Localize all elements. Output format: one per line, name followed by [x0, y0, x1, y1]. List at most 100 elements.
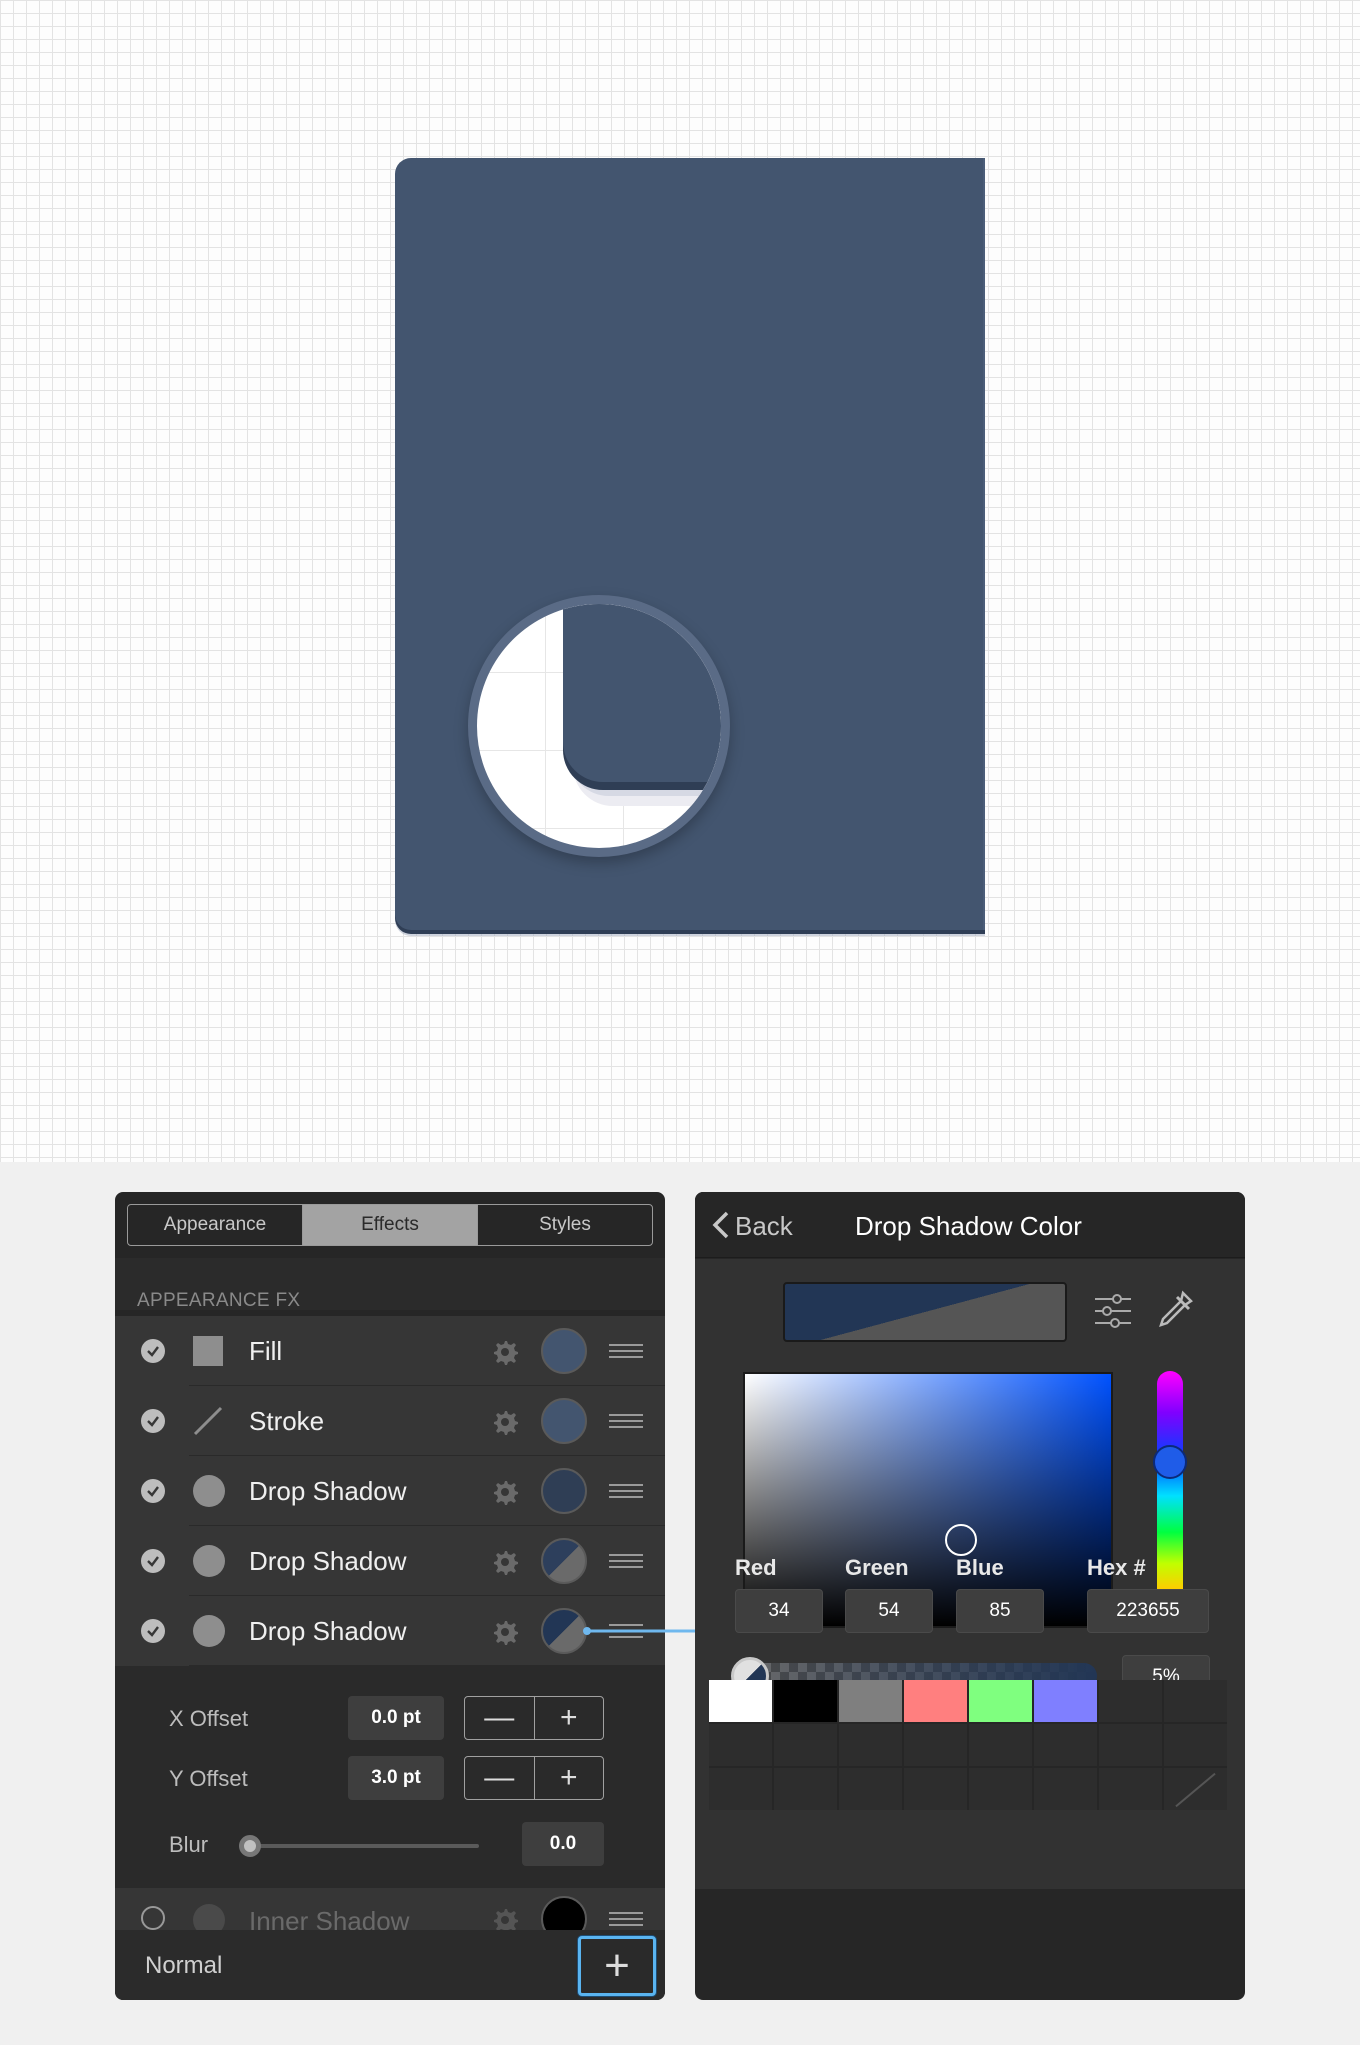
swatch-empty[interactable]: [839, 1768, 902, 1810]
fx-label: Fill: [249, 1336, 283, 1366]
decrement-button[interactable]: —: [465, 1757, 535, 1799]
check-icon[interactable]: [141, 1339, 165, 1363]
x-offset-stepper: — +: [464, 1696, 604, 1740]
blue-label: Blue: [956, 1555, 1004, 1580]
check-icon[interactable]: [141, 1619, 165, 1643]
gear-icon[interactable]: [489, 1406, 521, 1438]
gear-icon[interactable]: [489, 1546, 521, 1578]
fill-square-icon: [193, 1336, 223, 1366]
gear-icon[interactable]: [489, 1476, 521, 1508]
y-offset-label: Y Offset: [169, 1766, 248, 1791]
x-offset-field[interactable]: 0.0 pt: [348, 1696, 444, 1740]
fx-row-stroke[interactable]: Stroke: [115, 1386, 665, 1456]
sliders-icon[interactable]: [1093, 1291, 1133, 1331]
blur-slider-knob[interactable]: [239, 1835, 261, 1857]
green-label: Green: [845, 1555, 909, 1580]
swatch-empty[interactable]: [1164, 1724, 1227, 1766]
panel-tabs: Appearance Effects Styles: [127, 1204, 653, 1246]
panel-header: Back Drop Shadow Color: [695, 1192, 1245, 1258]
swatch-black[interactable]: [774, 1680, 837, 1722]
swatch-empty[interactable]: [1034, 1768, 1097, 1810]
connector-line: [583, 1627, 695, 1635]
add-effect-button[interactable]: +: [578, 1936, 656, 1996]
decrement-button[interactable]: —: [465, 1697, 535, 1739]
color-swatch[interactable]: [541, 1538, 587, 1584]
blend-mode-label[interactable]: Normal: [145, 1952, 222, 1980]
swatch-blue[interactable]: [1034, 1680, 1097, 1722]
color-picker-panel: Back Drop Shadow Color Red Green Blue He…: [695, 1192, 1245, 2000]
swatch-empty[interactable]: [1099, 1724, 1162, 1766]
tab-styles[interactable]: Styles: [478, 1205, 652, 1245]
drag-handle-icon[interactable]: [609, 1912, 643, 1926]
magnified-card-corner: [563, 604, 721, 782]
swatch-empty[interactable]: [709, 1724, 772, 1766]
swatch-empty[interactable]: [774, 1724, 837, 1766]
swatch-empty[interactable]: [969, 1768, 1032, 1810]
drag-handle-icon[interactable]: [609, 1344, 643, 1358]
drop-shadow-settings: X Offset 0.0 pt — + Y Offset 3.0 pt — + …: [115, 1666, 665, 1888]
y-offset-field[interactable]: 3.0 pt: [348, 1756, 444, 1800]
chevron-left-icon[interactable]: [709, 1210, 733, 1240]
check-icon[interactable]: [141, 1409, 165, 1433]
drag-handle-icon[interactable]: [609, 1554, 643, 1568]
gear-icon[interactable]: [489, 1336, 521, 1368]
color-swatch[interactable]: [541, 1468, 587, 1514]
swatch-empty[interactable]: [1034, 1724, 1097, 1766]
swatch-grid: [709, 1680, 1227, 1810]
drag-handle-icon[interactable]: [609, 1414, 643, 1428]
check-icon[interactable]: [141, 1479, 165, 1503]
swatch-empty[interactable]: [1099, 1768, 1162, 1810]
swatch-green[interactable]: [969, 1680, 1032, 1722]
blur-field[interactable]: 0.0: [522, 1822, 604, 1866]
red-field[interactable]: 34: [735, 1589, 823, 1633]
section-title: APPEARANCE FX: [137, 1290, 301, 1311]
fx-label: Stroke: [249, 1406, 325, 1436]
blur-slider[interactable]: [245, 1844, 479, 1848]
fx-row-drop-shadow[interactable]: Drop Shadow: [115, 1456, 665, 1526]
unchecked-icon[interactable]: [141, 1906, 165, 1930]
hue-slider-knob[interactable]: [1153, 1445, 1187, 1479]
green-field[interactable]: 54: [845, 1589, 933, 1633]
fx-label: Drop Shadow: [249, 1476, 407, 1506]
drop-shadow-icon: [193, 1545, 225, 1577]
swatch-empty[interactable]: [1164, 1680, 1227, 1722]
blue-field[interactable]: 85: [956, 1589, 1044, 1633]
fx-label: Drop Shadow: [249, 1616, 407, 1646]
increment-button[interactable]: +: [535, 1757, 604, 1799]
color-swatch[interactable]: [541, 1608, 587, 1654]
x-offset-label: X Offset: [169, 1706, 249, 1731]
hex-field[interactable]: 223655: [1087, 1589, 1209, 1633]
gear-icon[interactable]: [489, 1616, 521, 1648]
fx-label: Drop Shadow: [249, 1546, 407, 1576]
swatch-white[interactable]: [709, 1680, 772, 1722]
swatch-red[interactable]: [904, 1680, 967, 1722]
tab-effects[interactable]: Effects: [303, 1205, 478, 1245]
drop-shadow-icon: [193, 1615, 225, 1647]
swatch-gray[interactable]: [839, 1680, 902, 1722]
fx-row-drop-shadow[interactable]: Drop Shadow: [115, 1526, 665, 1596]
tab-appearance[interactable]: Appearance: [128, 1205, 303, 1245]
fx-row-fill[interactable]: Fill: [115, 1316, 665, 1386]
artboard-canvas[interactable]: [0, 0, 1360, 1162]
swatch-empty[interactable]: [904, 1724, 967, 1766]
blur-label: Blur: [169, 1832, 209, 1857]
swatch-none[interactable]: [1164, 1768, 1227, 1810]
panel-footer: Normal +: [115, 1930, 665, 2000]
swatch-empty[interactable]: [709, 1768, 772, 1810]
color-swatch[interactable]: [541, 1398, 587, 1444]
swatch-empty[interactable]: [969, 1724, 1032, 1766]
swatch-empty[interactable]: [904, 1768, 967, 1810]
check-icon[interactable]: [141, 1549, 165, 1573]
swatch-empty[interactable]: [1099, 1680, 1162, 1722]
drag-handle-icon[interactable]: [609, 1484, 643, 1498]
eyedropper-icon[interactable]: [1155, 1289, 1195, 1331]
stroke-line-icon: [193, 1406, 223, 1436]
increment-button[interactable]: +: [535, 1697, 604, 1739]
swatch-empty[interactable]: [774, 1768, 837, 1810]
drop-shadow-icon: [193, 1475, 225, 1507]
color-swatch[interactable]: [541, 1328, 587, 1374]
color-cursor[interactable]: [945, 1524, 977, 1556]
y-offset-stepper: — +: [464, 1756, 604, 1800]
swatch-empty[interactable]: [839, 1724, 902, 1766]
back-button[interactable]: Back: [735, 1211, 793, 1242]
